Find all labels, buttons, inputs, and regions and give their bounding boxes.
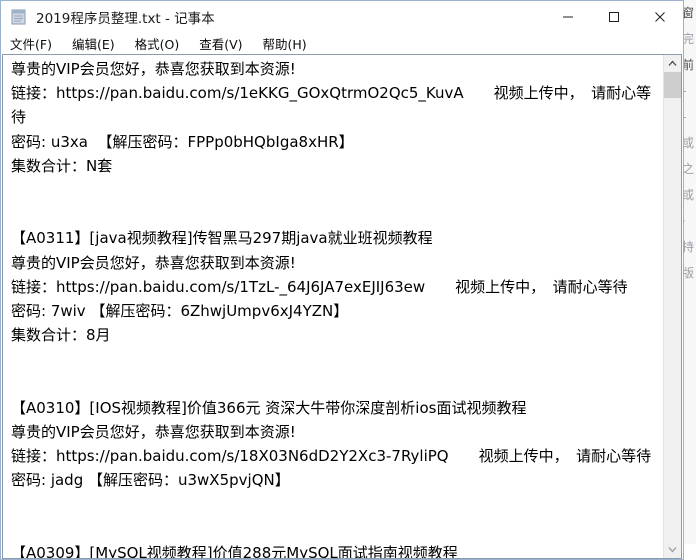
menu-bar: 文件(F) 编辑(E) 格式(O) 查看(V) 帮助(H) — [1, 32, 683, 54]
title-bar-left: 2019程序员整理.txt - 记事本 — [1, 7, 545, 27]
title-bar[interactable]: 2019程序员整理.txt - 记事本 — [1, 1, 683, 32]
text-line: 尊贵的VIP会员您好，恭喜您获取到本资源! — [11, 57, 663, 81]
text-line: 密码: u3xa 【解压密码：FPPp0bHQbIga8xHR】 — [11, 130, 663, 154]
scroll-up-button[interactable] — [664, 55, 681, 72]
text-line-blank — [11, 202, 663, 226]
text-line: 链接：https://pan.baidu.com/s/1eKKG_GOxQtrm… — [11, 81, 663, 105]
text-line: 集数合计：8月 — [11, 323, 663, 347]
close-button[interactable] — [637, 1, 683, 32]
text-line-blank — [11, 372, 663, 396]
text-line-blank — [11, 347, 663, 371]
text-line-blank — [11, 178, 663, 202]
close-icon — [654, 11, 666, 23]
scrollbar-track[interactable] — [664, 72, 681, 541]
desktop-background: 窗 完 前 - - 或 之 或 · 持 版 2019程序员整理.txt - 记事… — [0, 0, 696, 544]
text-line: 【A0311】[java视频教程]传智黑马297期java就业班视频教程 — [11, 226, 663, 250]
menu-help[interactable]: 帮助(H) — [263, 34, 318, 53]
minimize-button[interactable] — [545, 1, 591, 32]
editor-area: 尊贵的VIP会员您好，恭喜您获取到本资源! 链接：https://pan.bai… — [2, 54, 682, 559]
text-line-blank — [11, 517, 663, 541]
text-line: 待 — [11, 105, 663, 129]
notepad-window: 2019程序员整理.txt - 记事本 — [0, 0, 684, 560]
text-line: 尊贵的VIP会员您好，恭喜您获取到本资源! — [11, 251, 663, 275]
maximize-icon — [608, 11, 620, 23]
vertical-scrollbar[interactable] — [663, 55, 681, 558]
maximize-button[interactable] — [591, 1, 637, 32]
text-line: 链接：https://pan.baidu.com/s/1TzL-_64J6JA7… — [11, 275, 663, 299]
scrollbar-thumb[interactable] — [664, 72, 681, 98]
window-title: 2019程序员整理.txt - 记事本 — [36, 7, 215, 27]
chevron-up-icon — [668, 60, 677, 67]
menu-format[interactable]: 格式(O) — [135, 34, 191, 53]
window-controls — [545, 1, 683, 32]
text-line: 【A0310】[IOS视频教程]价值366元 资深大牛带你深度剖析ios面试视频… — [11, 396, 663, 420]
text-line: 集数合计：N套 — [11, 154, 663, 178]
text-line: 尊贵的VIP会员您好，恭喜您获取到本资源! — [11, 420, 663, 444]
text-line: 密码: 7wiv 【解压密码：6ZhwjUmpv6xJ4YZN】 — [11, 299, 663, 323]
text-editor[interactable]: 尊贵的VIP会员您好，恭喜您获取到本资源! 链接：https://pan.bai… — [3, 55, 663, 558]
minimize-icon — [562, 11, 574, 23]
menu-view[interactable]: 查看(V) — [199, 34, 253, 53]
chevron-down-icon — [668, 546, 677, 553]
text-line-blank — [11, 493, 663, 517]
notepad-icon — [10, 8, 28, 26]
menu-file[interactable]: 文件(F) — [10, 34, 63, 53]
menu-edit[interactable]: 编辑(E) — [72, 34, 126, 53]
text-line: 密码: jadg 【解压密码：u3wX5pvjQN】 — [11, 468, 663, 492]
text-line: 链接：https://pan.baidu.com/s/18X03N6dD2Y2X… — [11, 444, 663, 468]
